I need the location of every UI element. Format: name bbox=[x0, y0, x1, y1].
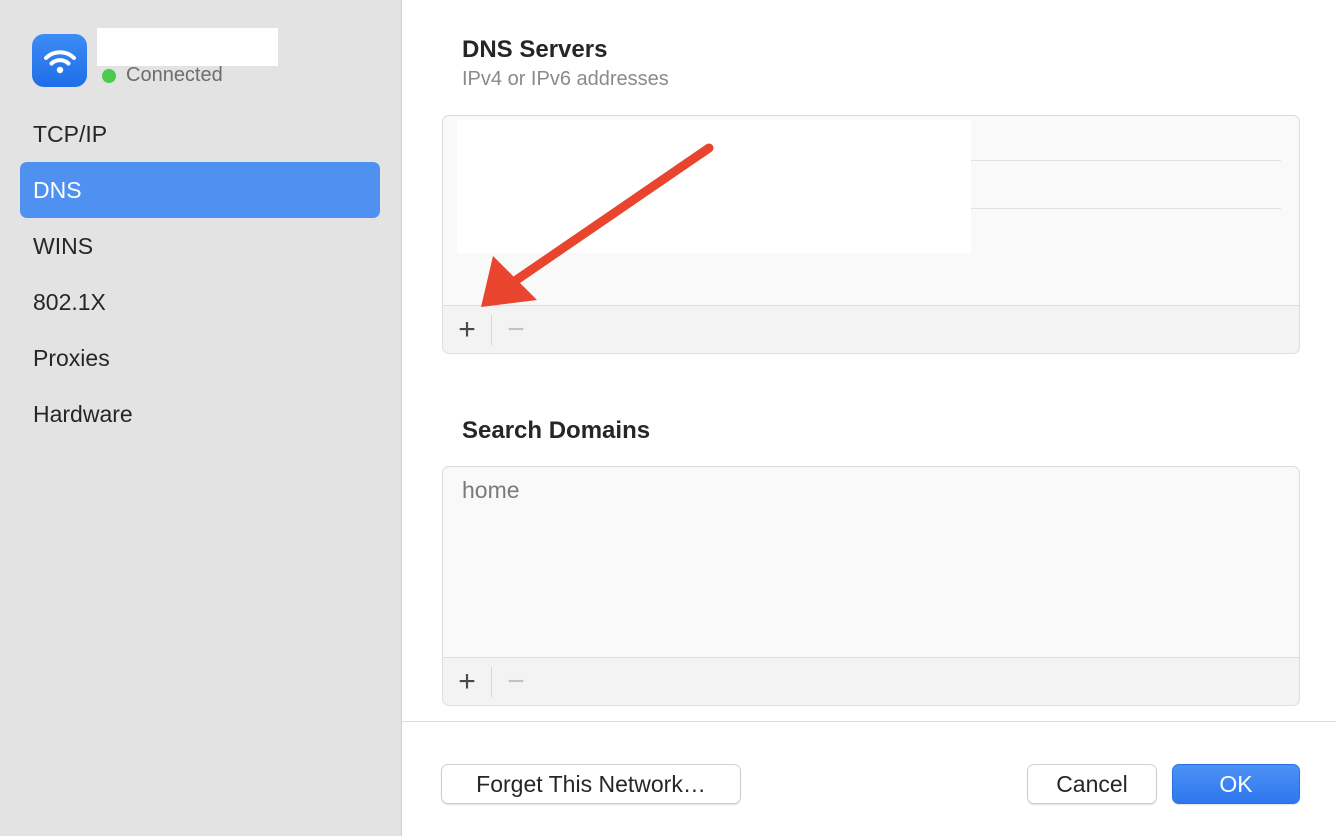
search-domains-list-body[interactable]: home bbox=[443, 467, 1299, 658]
forget-network-button[interactable]: Forget This Network… bbox=[441, 764, 741, 804]
search-domains-list[interactable]: home + − bbox=[442, 466, 1300, 706]
sidebar-item-label: Proxies bbox=[33, 344, 110, 371]
search-domain-remove-button[interactable]: − bbox=[492, 658, 540, 705]
sidebar-item-label: WINS bbox=[33, 232, 94, 259]
search-domain-add-button[interactable]: + bbox=[443, 658, 491, 705]
sidebar-item-dns[interactable]: DNS bbox=[20, 162, 380, 218]
sidebar-item-label: 802.1X bbox=[33, 288, 106, 315]
sidebar-item-proxies[interactable]: Proxies bbox=[20, 330, 380, 386]
network-status: Connected bbox=[102, 64, 223, 87]
dns-remove-button[interactable]: − bbox=[492, 306, 540, 353]
network-status-label: Connected bbox=[126, 64, 223, 86]
sidebar-item-label: Hardware bbox=[33, 400, 133, 427]
list-item[interactable]: home bbox=[462, 477, 520, 504]
search-domains-toolbar: + − bbox=[443, 657, 1299, 705]
dns-servers-redacted bbox=[457, 120, 971, 253]
dns-add-button[interactable]: + bbox=[443, 306, 491, 353]
sidebar-item-8021x[interactable]: 802.1X bbox=[20, 274, 380, 330]
dns-servers-list[interactable]: + − bbox=[442, 115, 1300, 354]
sidebar-item-tcpip[interactable]: TCP/IP bbox=[20, 106, 380, 162]
sidebar-item-label: DNS bbox=[33, 176, 82, 203]
cancel-button[interactable]: Cancel bbox=[1027, 764, 1157, 804]
network-header: Connected bbox=[32, 28, 392, 94]
sidebar: Connected TCP/IP DNS WINS 802.1X Proxies… bbox=[0, 0, 402, 836]
sidebar-item-hardware[interactable]: Hardware bbox=[20, 386, 380, 442]
sidebar-item-label: TCP/IP bbox=[33, 120, 108, 147]
dns-servers-subtitle: IPv4 or IPv6 addresses bbox=[462, 68, 669, 90]
footer-divider bbox=[402, 721, 1336, 722]
dns-servers-list-body[interactable] bbox=[443, 116, 1299, 306]
search-domains-title: Search Domains bbox=[462, 417, 651, 444]
dns-servers-title: DNS Servers bbox=[462, 36, 608, 63]
sidebar-item-wins[interactable]: WINS bbox=[20, 218, 380, 274]
dns-settings-panel: DNS Servers IPv4 or IPv6 addresses + − S… bbox=[402, 0, 1336, 836]
network-name-redacted bbox=[97, 28, 278, 66]
dns-servers-toolbar: + − bbox=[443, 305, 1299, 353]
status-dot-icon bbox=[102, 68, 116, 83]
ok-button[interactable]: OK bbox=[1172, 764, 1300, 804]
wifi-icon bbox=[32, 34, 87, 87]
sidebar-nav: TCP/IP DNS WINS 802.1X Proxies Hardware bbox=[20, 106, 380, 442]
